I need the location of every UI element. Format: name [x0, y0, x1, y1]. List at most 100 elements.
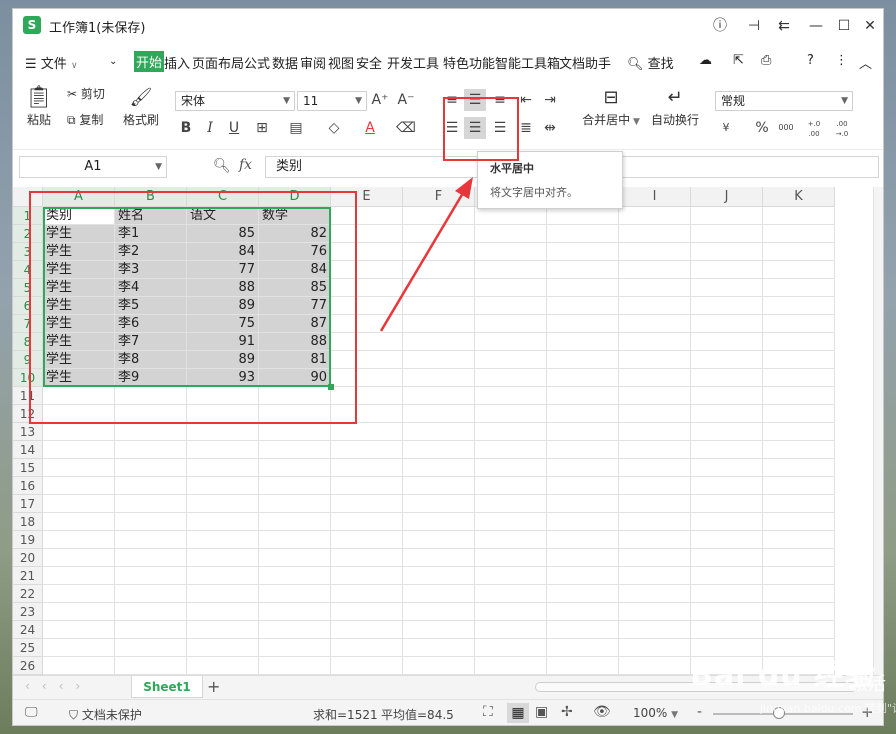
cell-style-icon[interactable]: ▤: [285, 117, 307, 139]
cell-J9[interactable]: [691, 351, 763, 369]
cell-F12[interactable]: [403, 405, 475, 423]
cell-J17[interactable]: [691, 495, 763, 513]
cell-J6[interactable]: [691, 297, 763, 315]
cell-I7[interactable]: [619, 315, 691, 333]
eraser-icon[interactable]: ⌫: [395, 117, 417, 139]
format-painter-button[interactable]: 🖌︎ 格式刷: [119, 85, 163, 128]
cell-K21[interactable]: [763, 567, 835, 585]
cell-E17[interactable]: [331, 495, 403, 513]
cell-F16[interactable]: [403, 477, 475, 495]
cell-F22[interactable]: [403, 585, 475, 603]
cell-F13[interactable]: [403, 423, 475, 441]
cell-H25[interactable]: [547, 639, 619, 657]
cloud-sync-icon[interactable]: ☁: [699, 53, 712, 68]
cell-H17[interactable]: [547, 495, 619, 513]
info-icon[interactable]: ⓘ: [709, 15, 731, 37]
cell-H10[interactable]: [547, 369, 619, 387]
menu-tab-view[interactable]: 视图: [328, 53, 354, 72]
cell-G17[interactable]: [475, 495, 547, 513]
cell-D24[interactable]: [259, 621, 331, 639]
menu-tab-review[interactable]: 审阅: [300, 53, 326, 72]
add-sheet-button[interactable]: +: [207, 677, 220, 696]
cell-F24[interactable]: [403, 621, 475, 639]
cell-H18[interactable]: [547, 513, 619, 531]
cell-I20[interactable]: [619, 549, 691, 567]
cell-G11[interactable]: [475, 387, 547, 405]
cell-H24[interactable]: [547, 621, 619, 639]
cell-D14[interactable]: [259, 441, 331, 459]
cell-K13[interactable]: [763, 423, 835, 441]
cell-I5[interactable]: [619, 279, 691, 297]
cell-G9[interactable]: [475, 351, 547, 369]
cell-B17[interactable]: [115, 495, 187, 513]
cell-A13[interactable]: [43, 423, 115, 441]
cell-K11[interactable]: [763, 387, 835, 405]
cell-B18[interactable]: [115, 513, 187, 531]
cell-J7[interactable]: [691, 315, 763, 333]
row-header-20[interactable]: 20: [13, 549, 43, 567]
paste-button[interactable]: 📋︎ 粘贴: [21, 85, 57, 128]
collapse-ribbon-icon[interactable]: ︿: [859, 53, 872, 72]
cell-K24[interactable]: [763, 621, 835, 639]
cell-G13[interactable]: [475, 423, 547, 441]
cell-H22[interactable]: [547, 585, 619, 603]
cell-B26[interactable]: [115, 657, 187, 675]
cell-H5[interactable]: [547, 279, 619, 297]
cell-K6[interactable]: [763, 297, 835, 315]
cell-F9[interactable]: [403, 351, 475, 369]
cell-H3[interactable]: [547, 243, 619, 261]
cell-F18[interactable]: [403, 513, 475, 531]
cell-J16[interactable]: [691, 477, 763, 495]
cell-I19[interactable]: [619, 531, 691, 549]
cell-C14[interactable]: [187, 441, 259, 459]
cell-E14[interactable]: [331, 441, 403, 459]
merge-center-button[interactable]: ⊟ 合并居中 ▼: [581, 85, 641, 128]
cell-E22[interactable]: [331, 585, 403, 603]
fx-button[interactable]: fx: [239, 157, 252, 173]
share-icon[interactable]: ⇱: [733, 53, 744, 68]
cell-A25[interactable]: [43, 639, 115, 657]
row-header-18[interactable]: 18: [13, 513, 43, 531]
cell-I24[interactable]: [619, 621, 691, 639]
vertical-scrollbar[interactable]: [873, 187, 883, 675]
more-icon[interactable]: ⋮: [835, 53, 848, 68]
cell-D16[interactable]: [259, 477, 331, 495]
cell-D18[interactable]: [259, 513, 331, 531]
menu-tab-insert[interactable]: 插入: [164, 53, 190, 72]
copy-button[interactable]: ⧉ 复制: [67, 111, 103, 128]
cell-K22[interactable]: [763, 585, 835, 603]
cell-J13[interactable]: [691, 423, 763, 441]
cell-F20[interactable]: [403, 549, 475, 567]
cell-A17[interactable]: [43, 495, 115, 513]
cell-G23[interactable]: [475, 603, 547, 621]
currency-button[interactable]: ¥: [715, 117, 737, 139]
cell-H15[interactable]: [547, 459, 619, 477]
cell-J5[interactable]: [691, 279, 763, 297]
cell-H20[interactable]: [547, 549, 619, 567]
menu-tab-data[interactable]: 数据: [272, 53, 298, 72]
cell-J12[interactable]: [691, 405, 763, 423]
cell-J22[interactable]: [691, 585, 763, 603]
decrease-font-icon[interactable]: A⁻: [395, 89, 417, 111]
cell-J3[interactable]: [691, 243, 763, 261]
cell-G3[interactable]: [475, 243, 547, 261]
row-header-14[interactable]: 14: [13, 441, 43, 459]
underline-button[interactable]: U: [223, 117, 245, 139]
cell-D25[interactable]: [259, 639, 331, 657]
cell-F21[interactable]: [403, 567, 475, 585]
cell-J11[interactable]: [691, 387, 763, 405]
cell-I21[interactable]: [619, 567, 691, 585]
cell-J23[interactable]: [691, 603, 763, 621]
cell-C25[interactable]: [187, 639, 259, 657]
cell-J19[interactable]: [691, 531, 763, 549]
cell-I18[interactable]: [619, 513, 691, 531]
cell-K19[interactable]: [763, 531, 835, 549]
fill-color-icon[interactable]: ◇: [323, 117, 345, 139]
row-header-24[interactable]: 24: [13, 621, 43, 639]
cell-C22[interactable]: [187, 585, 259, 603]
cell-I14[interactable]: [619, 441, 691, 459]
minimize-icon[interactable]: —: [805, 15, 827, 37]
indent-increase-icon[interactable]: ⇥: [539, 89, 561, 111]
menu-tab-smart-toolbox[interactable]: 智能工具箱: [495, 53, 560, 72]
cell-F15[interactable]: [403, 459, 475, 477]
